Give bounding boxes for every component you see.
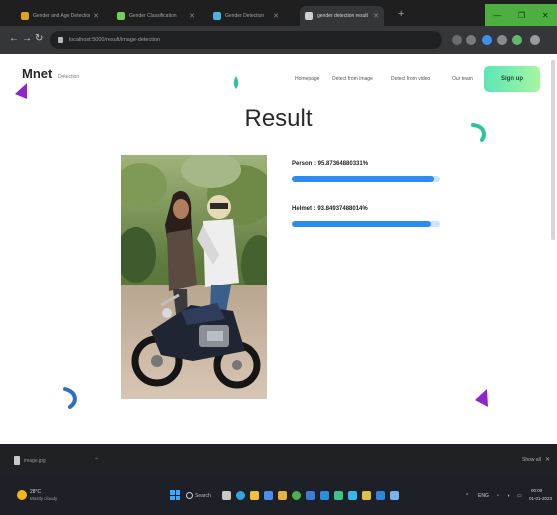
task-view-icon[interactable] — [222, 491, 231, 500]
address-bar[interactable]: localhost:5000/result/image-detection — [50, 31, 442, 49]
nav-link-our-team[interactable]: Our team — [452, 76, 473, 82]
app-icon[interactable] — [376, 491, 385, 500]
app-icon[interactable] — [306, 491, 315, 500]
clock-date[interactable]: 01-01-2023 — [529, 496, 552, 501]
tab-close-icon[interactable]: ✕ — [189, 12, 195, 20]
site-logo-subtitle: Detection — [58, 74, 80, 80]
result-label-helmet: Helmet : 93.84937488014% — [292, 206, 368, 212]
close-window-icon[interactable]: ✕ — [542, 11, 549, 20]
nav-link-detect-video[interactable]: Detect from video — [391, 76, 430, 82]
reload-icon[interactable]: ↻ — [35, 34, 43, 44]
file-explorer-icon[interactable] — [250, 491, 259, 500]
tab-favicon-icon — [21, 12, 29, 20]
result-bar-fill — [292, 176, 434, 182]
decor-triangle-icon — [475, 389, 488, 407]
tab-title: Gender and Age Detection — [33, 13, 91, 19]
tab-favicon-icon — [213, 12, 221, 20]
result-label-person: Person : 95.87364880331% — [292, 161, 369, 167]
result-bar-helmet — [292, 221, 440, 227]
weather-description: Mostly cloudy — [30, 496, 58, 501]
battery-icon[interactable]: ▭ — [517, 493, 522, 499]
browser-tab-2[interactable]: Gender Classification ✕ — [112, 6, 200, 26]
search-icon[interactable] — [186, 492, 193, 499]
download-item[interactable]: image.jpg — [24, 458, 46, 464]
tab-title: Gender Detection — [225, 13, 265, 19]
tab-title: gender detection result — [317, 13, 368, 19]
detected-image — [121, 155, 267, 399]
web-page: Mnet Detection Homepage Detect from imag… — [0, 54, 557, 444]
share-icon[interactable] — [452, 35, 462, 45]
chrome-icon[interactable] — [292, 491, 301, 500]
result-bar-fill — [292, 221, 431, 227]
os-taskbar: 28°C Mostly cloudy Search ^ ENG ◔ ◖ ▭ 00… — [0, 476, 557, 515]
page-scrollbar[interactable] — [551, 60, 555, 240]
tray-chevron-icon[interactable]: ^ — [466, 493, 468, 499]
minimize-icon[interactable]: — — [493, 11, 501, 20]
extensions-puzzle-icon[interactable] — [497, 35, 507, 45]
site-logo[interactable]: Mnet — [22, 66, 52, 81]
store-icon[interactable] — [264, 491, 273, 500]
tab-favicon-icon — [117, 12, 125, 20]
nav-link-detect-image[interactable]: Detect from image — [332, 76, 373, 82]
tab-close-icon[interactable]: ✕ — [273, 12, 279, 20]
browser-menu-icon[interactable] — [530, 35, 540, 45]
nav-link-homepage[interactable]: Homepage — [295, 76, 319, 82]
app-icon[interactable] — [362, 491, 371, 500]
info-icon[interactable] — [58, 37, 63, 43]
decor-triangle-icon — [15, 83, 27, 99]
signup-button[interactable]: Sign up — [484, 66, 540, 92]
decor-teardrop-icon — [233, 76, 239, 89]
tab-close-icon[interactable]: ✕ — [373, 12, 379, 20]
wifi-icon[interactable]: ◔ — [496, 493, 499, 499]
app-icon[interactable] — [348, 491, 357, 500]
clock-time[interactable]: 00:00 — [531, 488, 542, 493]
app-icon[interactable] — [390, 491, 399, 500]
url-text: localhost:5000/result/image-detection — [69, 37, 161, 43]
forward-icon[interactable]: → — [22, 34, 32, 44]
decor-arc-icon — [63, 387, 77, 409]
photo-illustration — [121, 155, 267, 399]
browser-toolbar: ← → ↻ localhost:5000/result/image-detect… — [0, 26, 557, 54]
tab-close-icon[interactable]: ✕ — [93, 12, 99, 20]
downloads-bar: image.jpg ⌃ Show all ✕ — [0, 444, 557, 476]
browser-tab-1[interactable]: Gender and Age Detection ✕ — [16, 6, 104, 26]
close-icon[interactable]: ✕ — [545, 456, 550, 463]
browser-tab-active[interactable]: gender detection result ✕ — [300, 6, 384, 26]
browser-tab-3[interactable]: Gender Detection ✕ — [208, 6, 284, 26]
tab-title: Gender Classification — [129, 13, 177, 19]
weather-temperature: 28°C — [30, 489, 42, 495]
vscode-icon[interactable] — [320, 491, 329, 500]
volume-icon[interactable]: ◖ — [507, 493, 510, 499]
extension-icon[interactable] — [482, 35, 492, 45]
start-menu-icon[interactable] — [170, 490, 180, 500]
page-title: Result — [244, 105, 313, 132]
result-bar-person — [292, 176, 440, 182]
photos-icon[interactable] — [278, 491, 287, 500]
maximize-icon[interactable]: ❐ — [518, 11, 525, 20]
new-tab-button[interactable]: + — [398, 9, 404, 20]
window-controls: — ❐ ✕ — [485, 4, 557, 26]
show-all-button[interactable]: Show all — [522, 457, 541, 463]
language-indicator[interactable]: ENG — [478, 493, 489, 499]
taskbar-search[interactable]: Search — [195, 493, 211, 499]
app-icon[interactable] — [334, 491, 343, 500]
bookmark-star-icon[interactable] — [466, 35, 476, 45]
edge-icon[interactable] — [236, 491, 245, 500]
back-icon[interactable]: ← — [9, 34, 19, 44]
file-icon — [14, 456, 20, 465]
profile-avatar-icon[interactable] — [512, 35, 522, 45]
browser-tab-strip: Gender and Age Detection ✕ Gender Classi… — [0, 0, 557, 26]
weather-icon[interactable] — [17, 490, 27, 500]
chevron-up-icon[interactable]: ⌃ — [94, 457, 99, 464]
tab-favicon-icon — [305, 12, 313, 20]
